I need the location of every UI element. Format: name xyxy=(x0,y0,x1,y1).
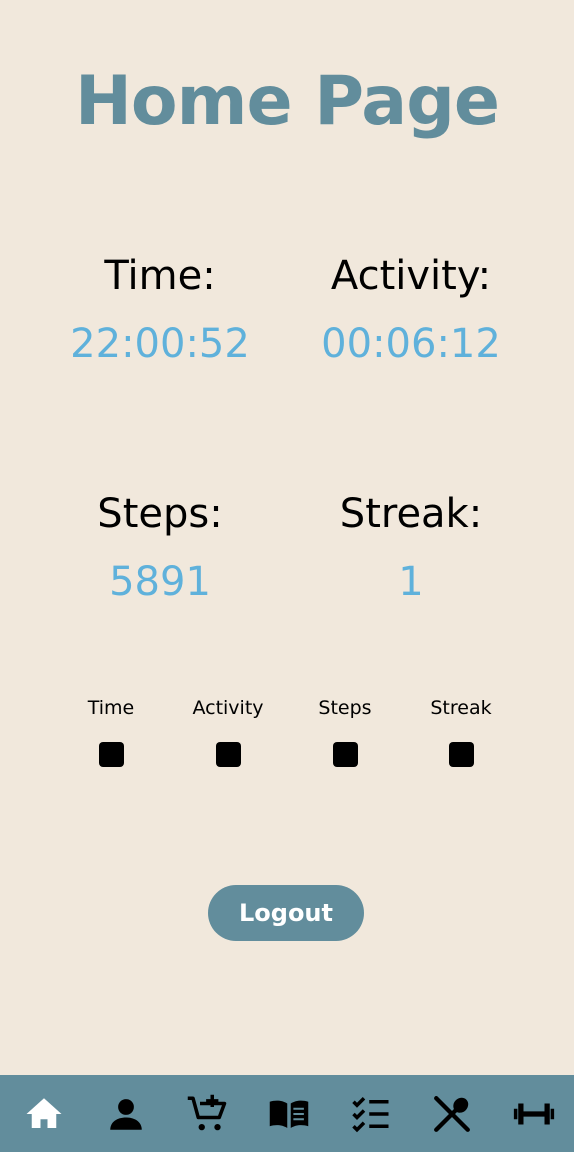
toggle-activity: Activity xyxy=(178,696,278,767)
nav-home[interactable] xyxy=(22,1092,66,1136)
toggle-time-label: Time xyxy=(87,697,135,719)
stat-streak: Streak: 1 xyxy=(286,490,536,606)
toggle-steps: Steps xyxy=(295,696,395,767)
stat-steps-value: 5891 xyxy=(109,559,211,605)
stat-time: Time: 22:00:52 xyxy=(35,252,285,368)
page-title: Home Page xyxy=(75,62,500,141)
toggle-time: Time xyxy=(61,696,161,767)
toggle-streak: Streak xyxy=(411,696,511,767)
toggle-activity-checkbox[interactable] xyxy=(215,742,241,767)
stat-streak-value: 1 xyxy=(398,559,424,605)
nav-profile[interactable] xyxy=(104,1092,148,1136)
logout-button[interactable]: Logout xyxy=(208,885,364,941)
toggle-steps-checkbox[interactable] xyxy=(332,742,358,767)
stat-time-label: Time: xyxy=(104,253,216,299)
toggle-steps-label: Steps xyxy=(318,697,372,719)
stat-activity-label: Activity: xyxy=(330,253,492,299)
nav-workouts[interactable] xyxy=(512,1092,556,1136)
toggle-time-checkbox[interactable] xyxy=(98,742,124,767)
utensils-icon xyxy=(434,1095,471,1132)
nav-checklist[interactable] xyxy=(349,1092,393,1136)
profile-icon xyxy=(109,1098,142,1130)
stat-steps-label: Steps: xyxy=(97,491,223,537)
book-icon xyxy=(269,1100,309,1128)
home-icon xyxy=(26,1097,62,1128)
stat-streak-label: Streak: xyxy=(339,491,483,537)
nav-cart[interactable] xyxy=(185,1092,229,1136)
dumbbell-icon xyxy=(513,1103,555,1124)
stat-activity-value: 00:06:12 xyxy=(321,321,501,367)
cart-add-icon xyxy=(188,1094,227,1130)
toggle-streak-label: Streak xyxy=(430,697,492,719)
bottom-nav xyxy=(0,1075,574,1152)
checklist-icon xyxy=(351,1096,389,1132)
nav-journal[interactable] xyxy=(267,1092,311,1136)
stat-time-value: 22:00:52 xyxy=(70,321,250,367)
stat-steps: Steps: 5891 xyxy=(35,490,285,606)
nav-meals[interactable] xyxy=(430,1092,474,1136)
toggle-activity-label: Activity xyxy=(192,697,264,719)
stat-activity: Activity: 00:06:12 xyxy=(286,252,536,368)
toggle-streak-checkbox[interactable] xyxy=(448,742,474,767)
